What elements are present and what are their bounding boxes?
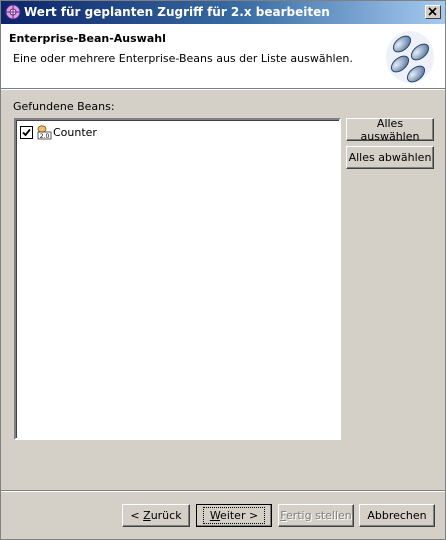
dialog-window: Wert für geplanten Zugriff für 2.x bearb… bbox=[0, 0, 446, 540]
finish-label: Fertig stellen bbox=[280, 509, 352, 522]
close-icon bbox=[428, 7, 437, 16]
finish-button[interactable]: Fertig stellen bbox=[278, 504, 354, 527]
cancel-button[interactable]: Abbrechen bbox=[359, 504, 435, 527]
next-label: Weiter > bbox=[202, 507, 266, 524]
title-bar[interactable]: Wert für geplanten Zugriff für 2.x bearb… bbox=[1, 1, 445, 24]
back-mnemonic: Z bbox=[143, 509, 151, 522]
next-mnemonic: W bbox=[209, 509, 221, 522]
wizard-icon bbox=[5, 4, 21, 20]
next-button[interactable]: Weiter > bbox=[196, 504, 272, 527]
back-label: < Zurück bbox=[130, 509, 181, 522]
bean-label: Counter bbox=[53, 125, 97, 139]
next-rest: eiter > bbox=[220, 509, 259, 522]
finish-rest: ertig stellen bbox=[285, 509, 352, 522]
deselect-all-label: Alles abwählen bbox=[348, 151, 432, 164]
list-item[interactable]: 2.0 Counter bbox=[20, 124, 97, 140]
page-description: Eine oder mehrere Enterprise-Beans aus d… bbox=[13, 52, 353, 65]
header-separator bbox=[1, 88, 445, 90]
footer-separator bbox=[1, 490, 445, 492]
ejb-2.0-icon: 2.0 bbox=[37, 125, 52, 140]
beans-graphic-icon bbox=[386, 31, 434, 83]
bean-checkbox[interactable] bbox=[20, 125, 33, 139]
cancel-label: Abbrechen bbox=[367, 509, 427, 522]
checkmark-icon bbox=[22, 128, 31, 136]
back-rest: urück bbox=[150, 509, 182, 522]
close-button[interactable] bbox=[425, 5, 441, 19]
bean-list[interactable]: 2.0 Counter bbox=[14, 118, 341, 440]
deselect-all-button[interactable]: Alles abwählen bbox=[346, 146, 434, 169]
ejb-version-text: 2.0 bbox=[40, 133, 50, 140]
back-prefix: < bbox=[130, 509, 144, 522]
window-title: Wert für geplanten Zugriff für 2.x bearb… bbox=[24, 5, 330, 19]
wizard-header: Enterprise-Bean-Auswahl Eine oder mehrer… bbox=[1, 24, 445, 88]
back-button[interactable]: < Zurück bbox=[122, 504, 190, 527]
select-all-button[interactable]: Alles auswählen bbox=[346, 116, 434, 143]
found-beans-label: Gefundene Beans: bbox=[13, 100, 115, 113]
select-all-label: Alles auswählen bbox=[360, 116, 420, 143]
page-title: Enterprise-Bean-Auswahl bbox=[9, 32, 166, 45]
